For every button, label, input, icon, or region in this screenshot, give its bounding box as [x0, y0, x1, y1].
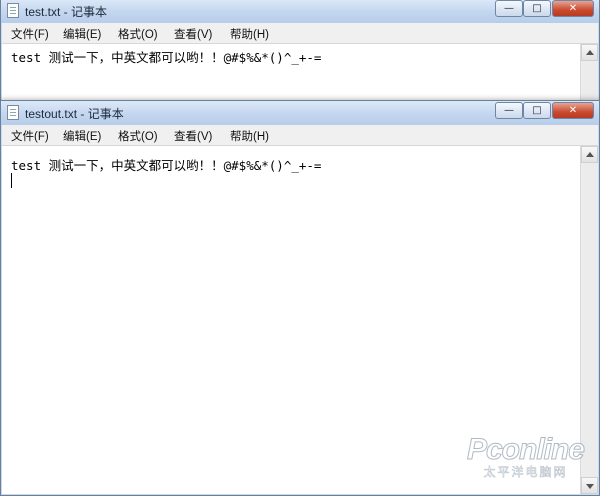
- menu-edit[interactable]: 编辑(E): [63, 128, 101, 144]
- title-bar[interactable]: test.txt - 记事本 — □ ✕: [1, 0, 599, 23]
- menu-help[interactable]: 帮助(H): [230, 26, 269, 42]
- notepad-icon: [7, 105, 19, 120]
- document-text: test 测试一下，中英文都可以哟！！@#$%&*()^_+-=: [11, 158, 322, 173]
- close-button[interactable]: ✕: [552, 0, 594, 17]
- pconline-watermark: Pconline 太平洋电脑网: [466, 433, 585, 480]
- close-button[interactable]: ✕: [552, 102, 594, 119]
- maximize-icon: □: [532, 105, 542, 116]
- scroll-up-icon: [586, 50, 594, 55]
- menu-help[interactable]: 帮助(H): [230, 128, 269, 144]
- menu-bar: 文件(F) 编辑(E) 格式(O) 查看(V) 帮助(H): [2, 125, 598, 146]
- menu-file[interactable]: 文件(F): [11, 128, 49, 144]
- minimize-button[interactable]: —: [495, 0, 523, 17]
- maximize-icon: □: [532, 3, 542, 14]
- text-caret: [11, 173, 12, 188]
- menu-file[interactable]: 文件(F): [11, 26, 49, 42]
- menu-format[interactable]: 格式(O): [118, 128, 158, 144]
- title-bar[interactable]: testout.txt - 记事本 — □ ✕: [1, 101, 599, 125]
- scroll-down-icon: [586, 484, 594, 489]
- maximize-button[interactable]: □: [523, 102, 551, 119]
- menu-bar: 文件(F) 编辑(E) 格式(O) 查看(V) 帮助(H): [2, 23, 598, 44]
- maximize-button[interactable]: □: [523, 0, 551, 17]
- watermark-subtitle: 太平洋电脑网: [483, 465, 568, 480]
- window-title: test.txt - 记事本: [25, 5, 108, 19]
- scroll-up-button[interactable]: [581, 44, 598, 61]
- watermark-logo: Pconline: [466, 433, 585, 467]
- menu-edit[interactable]: 编辑(E): [63, 26, 101, 42]
- menu-view[interactable]: 查看(V): [174, 26, 212, 42]
- document-text: test 测试一下，中英文都可以哟！！@#$%&*()^_+-=: [11, 50, 322, 65]
- scroll-up-icon: [586, 152, 594, 157]
- menu-format[interactable]: 格式(O): [118, 26, 158, 42]
- notepad-icon: [7, 3, 19, 18]
- minimize-icon: —: [504, 105, 514, 116]
- scroll-up-button[interactable]: [581, 146, 598, 163]
- window-title: testout.txt - 记事本: [25, 107, 124, 121]
- close-icon: ✕: [568, 3, 578, 14]
- notepad-window-test[interactable]: test.txt - 记事本 — □ ✕ 文件(F) 编辑(E) 格式(O) 查…: [0, 0, 600, 104]
- close-icon: ✕: [568, 105, 578, 116]
- menu-view[interactable]: 查看(V): [174, 128, 212, 144]
- vertical-scrollbar[interactable]: [580, 44, 598, 104]
- text-area[interactable]: test 测试一下，中英文都可以哟！！@#$%&*()^_+-=: [2, 44, 598, 104]
- minimize-button[interactable]: —: [495, 102, 523, 119]
- minimize-icon: —: [504, 3, 514, 14]
